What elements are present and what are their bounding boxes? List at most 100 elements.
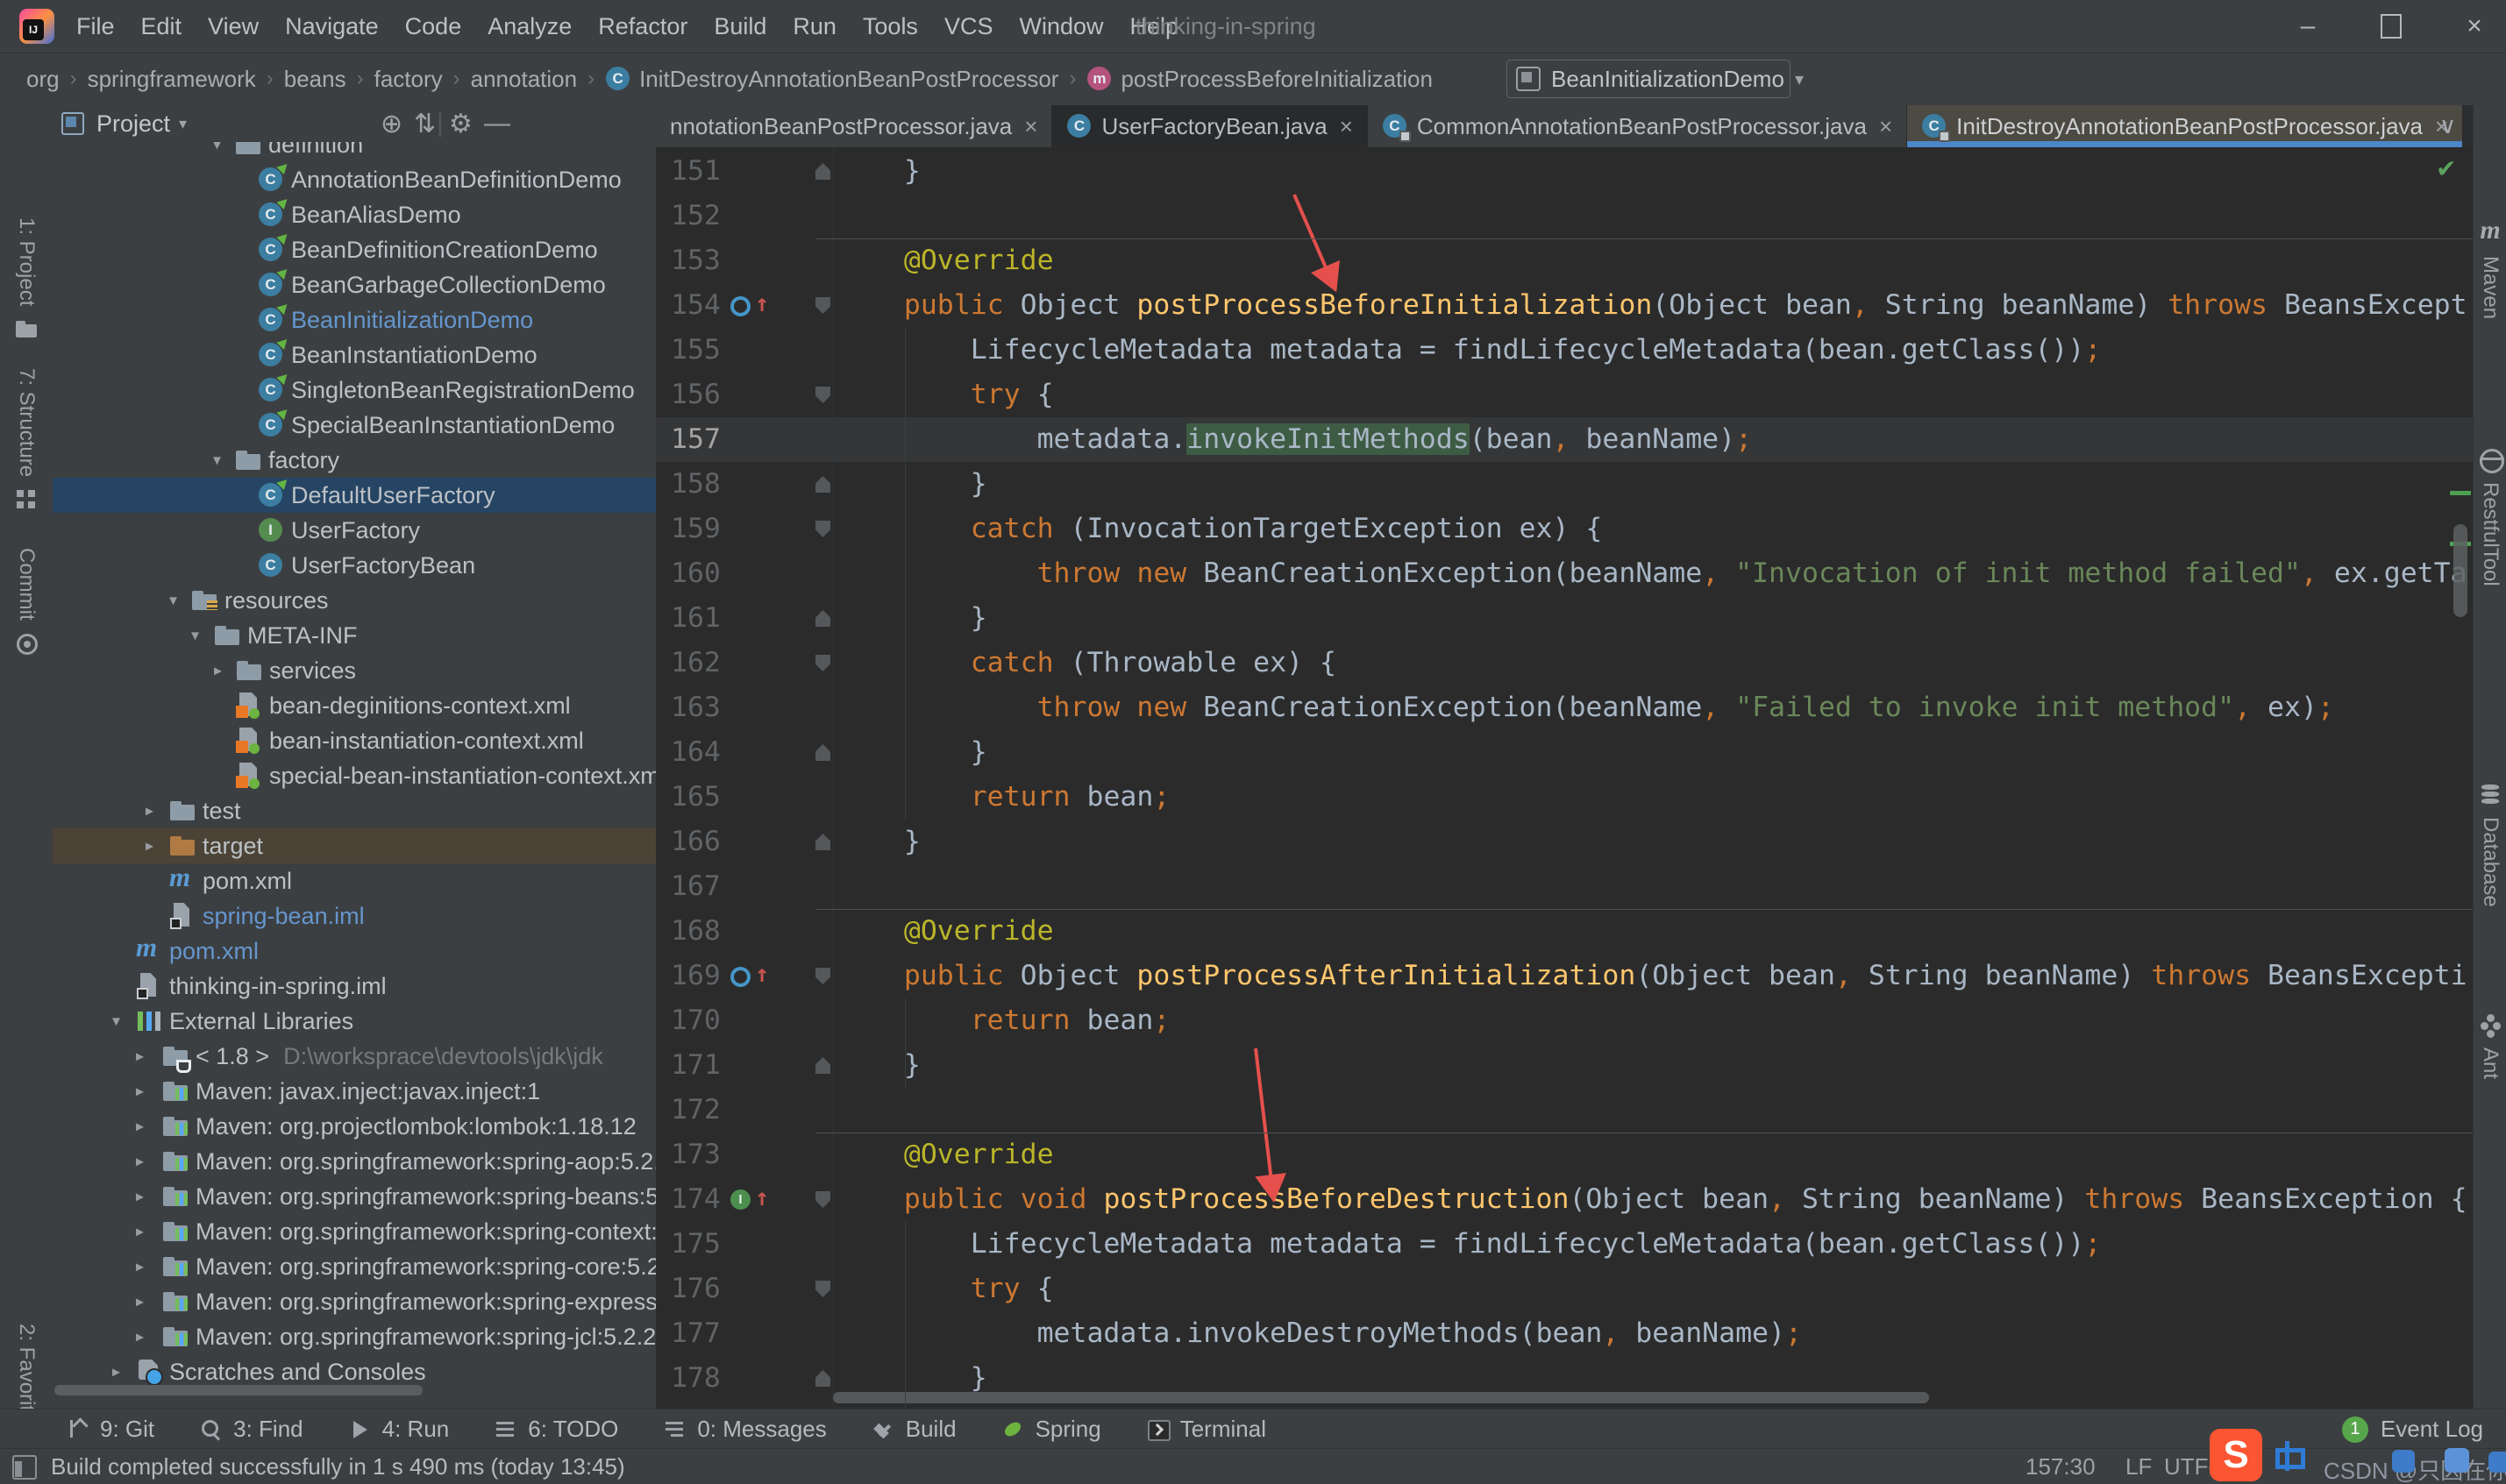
tool-stripe-database[interactable]: Database	[2474, 782, 2506, 907]
breadcrumb-item[interactable]: C InitDestroyAnnotationBeanPostProcessor	[605, 66, 1058, 93]
fold-start-icon[interactable]	[815, 297, 830, 314]
tree-row[interactable]: I UserFactory	[53, 513, 656, 548]
tool-stripe----project[interactable]: 1: Project	[0, 217, 53, 341]
menu-analyze[interactable]: Analyze	[474, 13, 585, 40]
tree-row[interactable]: ▸ Maven: org.projectlombok:lombok:1.18.12	[53, 1109, 656, 1144]
tree-row[interactable]: spring-bean.iml	[53, 898, 656, 934]
close-icon[interactable]: ×	[1879, 113, 1892, 140]
tool-stripe-commit[interactable]: Commit	[0, 548, 53, 656]
tree-row[interactable]: m pom.xml	[53, 932, 656, 969]
tree-row[interactable]: ▸ test	[53, 793, 656, 828]
breadcrumb-item[interactable]: org	[26, 66, 60, 93]
caret-position[interactable]: 157:30	[2025, 1449, 2096, 1484]
toolwindow-button----messages[interactable]: 0: Messages	[664, 1416, 827, 1443]
tree-row[interactable]: C BeanInitializationDemo	[53, 300, 656, 337]
fold-end-icon[interactable]	[815, 476, 830, 493]
toolwindow-button-build[interactable]: Build	[872, 1416, 957, 1443]
chevron-down-icon[interactable]: ▾	[179, 115, 187, 133]
chevron-collapsed-icon[interactable]: ▸	[136, 1188, 144, 1206]
tree-row[interactable]: C AnnotationBeanDefinitionDemo	[53, 160, 656, 197]
editor-tab[interactable]: C InitDestroyAnnotationBeanPostProcessor.…	[1907, 105, 2464, 147]
chevron-collapsed-icon[interactable]: ▸	[136, 1293, 144, 1311]
fold-end-icon[interactable]	[815, 610, 830, 627]
tree-row[interactable]: C UserFactoryBean	[53, 548, 656, 583]
tree-row[interactable]: ▾ META-INF	[53, 618, 656, 653]
tree-row[interactable]: C SpecialBeanInstantiationDemo	[53, 405, 656, 443]
tree-row[interactable]: m pom.xml	[53, 862, 656, 898]
toolwindow-button-terminal[interactable]: Terminal	[1147, 1416, 1266, 1443]
menu-build[interactable]: Build	[701, 13, 780, 40]
chevron-collapsed-icon[interactable]: ▸	[146, 802, 153, 820]
chevron-collapsed-icon[interactable]: ▸	[214, 662, 222, 680]
chevron-collapsed-icon[interactable]: ▸	[146, 837, 153, 856]
project-view-label[interactable]: Project	[96, 110, 170, 138]
tree-row[interactable]: ▸ Maven: org.springframework:spring-conte…	[53, 1214, 656, 1249]
chevron-collapsed-icon[interactable]: ▸	[136, 1047, 144, 1066]
close-button[interactable]: ×	[2450, 11, 2499, 42]
breadcrumb-item[interactable]: beans	[284, 66, 346, 93]
vertical-scrollbar[interactable]	[2453, 524, 2467, 617]
editor-tab[interactable]: C UserFactoryBean.java ×	[1052, 105, 1368, 147]
overrides-method-icon[interactable]: ↑	[730, 290, 783, 318]
tree-row[interactable]: ▾ External Libraries	[53, 1004, 656, 1039]
hide-panel-icon[interactable]: —	[484, 109, 510, 138]
locate-file-icon[interactable]: ⊕	[381, 109, 402, 139]
breadcrumb-item[interactable]: factory	[374, 66, 443, 93]
fold-start-icon[interactable]	[815, 521, 830, 537]
tree-row[interactable]: ▸ Maven: org.springframework:spring-expre…	[53, 1284, 656, 1319]
maximize-button[interactable]	[2367, 11, 2416, 42]
fold-start-icon[interactable]	[815, 1191, 830, 1208]
chevron-collapsed-icon[interactable]: ▸	[136, 1118, 144, 1136]
tree-row[interactable]: special-bean-instantiation-context.xml	[53, 758, 656, 793]
fold-start-icon[interactable]	[815, 655, 830, 671]
project-horizontal-scrollbar[interactable]	[54, 1385, 423, 1395]
menu-file[interactable]: File	[63, 13, 128, 40]
breadcrumb-item[interactable]: m postProcessBeforeInitialization	[1086, 66, 1433, 93]
tree-row[interactable]: ▸ Maven: org.springframework:spring-aop:5…	[53, 1144, 656, 1179]
menu-edit[interactable]: Edit	[128, 13, 196, 40]
menu-run[interactable]: Run	[780, 13, 850, 40]
tree-row[interactable]: ▸ Scratches and Consoles	[53, 1354, 656, 1389]
menu-navigate[interactable]: Navigate	[272, 13, 392, 40]
chevron-collapsed-icon[interactable]: ▸	[136, 1153, 144, 1171]
hidden-tabs-chevron-icon[interactable]: ∨	[2439, 112, 2497, 139]
tree-row[interactable]: bean-deginitions-context.xml	[53, 688, 656, 723]
horizontal-scrollbar[interactable]	[833, 1392, 1929, 1403]
breadcrumb-item[interactable]: springframework	[88, 66, 256, 93]
tree-row[interactable]: ▾ resources	[53, 583, 656, 618]
menu-view[interactable]: View	[195, 13, 272, 40]
gear-icon[interactable]: ⚙	[449, 109, 473, 139]
tree-row[interactable]: ▸ Maven: javax.inject:javax.inject:1	[53, 1074, 656, 1109]
breadcrumb-item[interactable]: annotation	[471, 66, 577, 93]
implements-method-icon[interactable]: I ↑	[730, 1184, 783, 1212]
chevron-collapsed-icon[interactable]: ▸	[136, 1328, 144, 1346]
tool-stripe-ant[interactable]: Ant	[2474, 1012, 2506, 1079]
editor-tab[interactable]: nnotationBeanPostProcessor.java ×	[656, 105, 1053, 147]
menu-refactor[interactable]: Refactor	[585, 13, 701, 40]
toolwindow-button----git[interactable]: 9: Git	[67, 1416, 154, 1443]
event-log-button[interactable]: 1 Event Log	[2341, 1409, 2483, 1449]
close-icon[interactable]: ×	[1340, 113, 1353, 140]
toolwindow-button-spring[interactable]: Spring	[1001, 1416, 1101, 1443]
tree-row[interactable]: ▸ target	[53, 828, 656, 863]
tree-row[interactable]: ▸ Maven: org.springframework:spring-core:…	[53, 1249, 656, 1284]
minimize-button[interactable]: –	[2283, 11, 2332, 42]
tree-row[interactable]: thinking-in-spring.iml	[53, 969, 656, 1004]
tool-stripe-restfultool[interactable]: RestfulTool	[2474, 447, 2506, 586]
tree-row[interactable]: ▸ < 1.8 > D:\worksprace\devtools\jdk\jdk	[53, 1039, 656, 1074]
fold-end-icon[interactable]	[815, 1370, 830, 1387]
tree-row[interactable]: C BeanDefinitionCreationDemo	[53, 230, 656, 267]
chevron-collapsed-icon[interactable]: ▸	[112, 1363, 120, 1381]
tree-row[interactable]: C DefaultUserFactory	[53, 475, 656, 513]
fold-end-icon[interactable]	[815, 744, 830, 761]
fold-end-icon[interactable]	[815, 163, 830, 180]
chevron-collapsed-icon[interactable]: ▸	[136, 1083, 144, 1101]
fold-start-icon[interactable]	[815, 1281, 830, 1297]
fold-start-icon[interactable]	[815, 387, 830, 403]
code-editor[interactable]: 151 152 153 154 ↑ 155 156 157 158 159 160 161 162 163…	[656, 147, 2473, 1409]
menu-code[interactable]: Code	[392, 13, 475, 40]
menu-vcs[interactable]: VCS	[931, 13, 1007, 40]
tree-row[interactable]: C BeanInstantiationDemo	[53, 335, 656, 373]
chevron-collapsed-icon[interactable]: ▸	[136, 1223, 144, 1241]
tree-row[interactable]: bean-instantiation-context.xml	[53, 723, 656, 758]
